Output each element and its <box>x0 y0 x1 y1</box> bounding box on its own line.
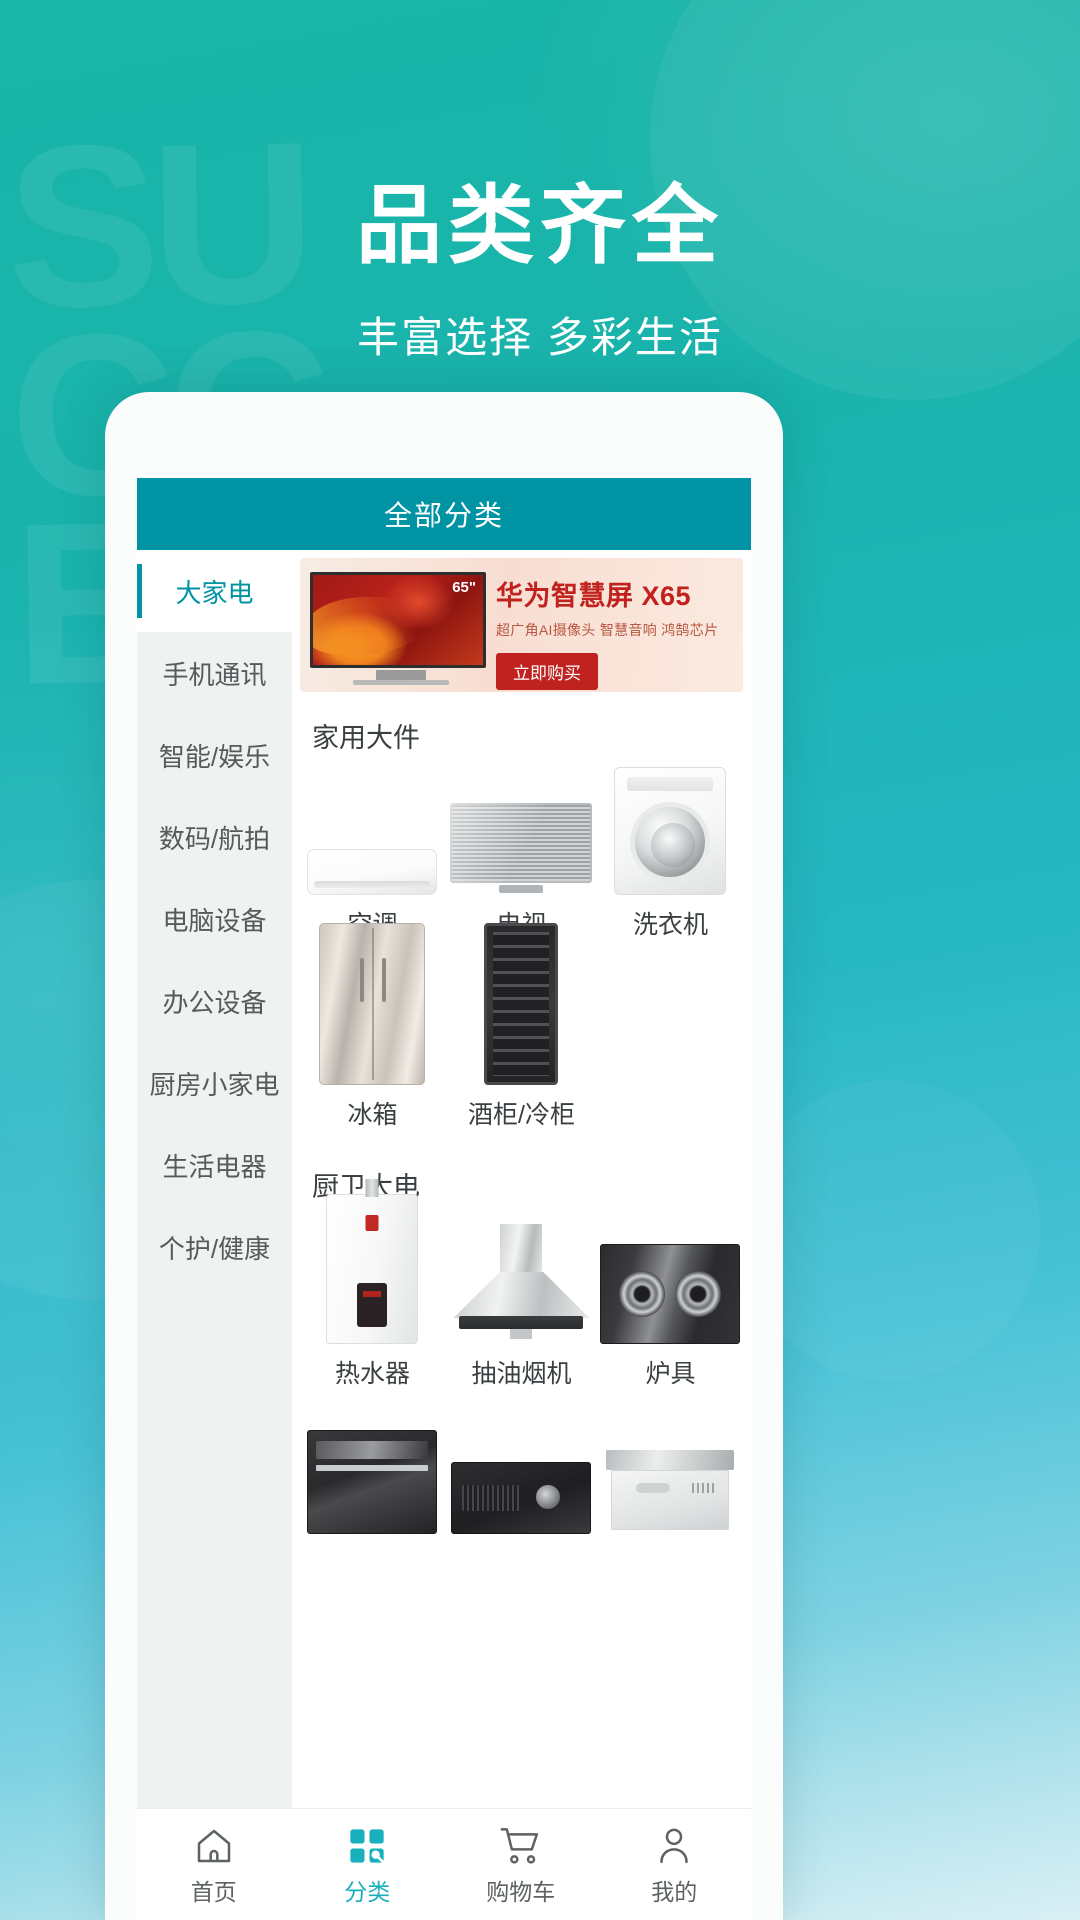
sidebar-item-diannaoshebei[interactable]: 电脑设备 <box>137 878 292 960</box>
product-label: 酒柜/冷柜 <box>468 1101 575 1129</box>
sidebar-item-dajiadian[interactable]: 大家电 <box>137 550 292 632</box>
sidebar-item-label: 个护/健康 <box>158 1233 271 1264</box>
product-cell[interactable]: 抽油烟机 <box>447 1210 596 1400</box>
product-label: 抽油烟机 <box>471 1360 572 1388</box>
cart-icon <box>444 1823 598 1869</box>
promo-tv-size-label: 65" <box>452 579 476 596</box>
app-body: 大家电 手机通讯 智能/娱乐 数码/航拍 电脑设备 办公设备 厨房小家电 生活电… <box>137 550 751 1840</box>
product-cell-empty <box>596 951 745 1141</box>
app-screen: 全部分类 大家电 手机通讯 智能/娱乐 数码/航拍 电脑设备 办公设备 厨房小家… <box>105 478 783 1920</box>
product-cell[interactable] <box>596 1400 745 1544</box>
tab-label: 购物车 <box>486 1878 556 1905</box>
product-image-television <box>447 767 596 895</box>
app-header: 全部分类 <box>137 478 751 550</box>
promo-text: 华为智慧屏 X65 超广角AI摄像头 智慧音响 鸿鹄芯片 立即购买 <box>492 558 743 692</box>
category-sidebar[interactable]: 大家电 手机通讯 智能/娱乐 数码/航拍 电脑设备 办公设备 厨房小家电 生活电… <box>137 550 292 1840</box>
sidebar-item-shumahangpai[interactable]: 数码/航拍 <box>137 796 292 878</box>
promo-subtitle: 超广角AI摄像头 智慧音响 鸿鹄芯片 <box>496 622 719 638</box>
product-cell[interactable]: 热水器 <box>298 1179 447 1400</box>
product-label: 冰箱 <box>347 1101 398 1129</box>
product-label: 炉具 <box>645 1360 696 1388</box>
tab-cart[interactable]: 购物车 <box>444 1823 598 1907</box>
sidebar-item-label: 生活电器 <box>162 1151 267 1182</box>
sidebar-item-label: 数码/航拍 <box>158 823 271 854</box>
grid-icon <box>291 1823 445 1869</box>
product-grid-home-large: 空调 电视 洗衣机 冰箱 <box>292 761 751 1141</box>
product-cell[interactable] <box>447 1400 596 1544</box>
sidebar-item-chufangxiaojiadian[interactable]: 厨房小家电 <box>137 1042 292 1124</box>
decor-circle-right <box>740 1080 1040 1380</box>
tab-label: 分类 <box>344 1878 391 1905</box>
category-content: 65" 华为智慧屏 X65 超广角AI摄像头 智慧音响 鸿鹄芯片 立即购买 家用… <box>292 550 751 1840</box>
promo-title: 华为智慧屏 X65 <box>496 581 692 611</box>
promo-tv-illustration: 65" <box>300 558 492 692</box>
promo-tv-stand <box>376 670 426 680</box>
phone-mockup: 全部分类 大家电 手机通讯 智能/娱乐 数码/航拍 电脑设备 办公设备 厨房小家… <box>105 392 783 1920</box>
product-image-range-hood <box>447 1216 596 1344</box>
product-label: 洗衣机 <box>632 911 708 939</box>
promo-banner[interactable]: 65" 华为智慧屏 X65 超广角AI摄像头 智慧音响 鸿鹄芯片 立即购买 <box>300 558 743 692</box>
sidebar-item-label: 厨房小家电 <box>149 1069 280 1100</box>
sidebar-item-bangongshebei[interactable]: 办公设备 <box>137 960 292 1042</box>
product-cell[interactable] <box>298 1400 447 1544</box>
promo-tv-base <box>353 680 449 685</box>
product-image-oven <box>298 1406 447 1534</box>
bottom-tab-bar: 首页 分类 购物车 我的 <box>137 1808 751 1920</box>
product-cell[interactable]: 洗衣机 <box>596 761 745 951</box>
sidebar-item-label: 大家电 <box>175 577 254 608</box>
app-header-title: 全部分类 <box>383 500 504 531</box>
sidebar-item-label: 电脑设备 <box>162 905 267 936</box>
sidebar-item-label: 手机通讯 <box>162 659 267 690</box>
promo-tv-screen: 65" <box>310 572 486 668</box>
product-image-refrigerator <box>298 923 447 1085</box>
sidebar-item-shoujitongxun[interactable]: 手机通讯 <box>137 632 292 714</box>
tab-category[interactable]: 分类 <box>291 1823 445 1907</box>
tab-label: 首页 <box>190 1878 237 1905</box>
page-title: 品类齐全 <box>356 178 724 274</box>
sidebar-item-label: 办公设备 <box>162 987 267 1018</box>
product-grid-kitchen-bath: 热水器 抽油烟机 炉具 <box>292 1179 751 1544</box>
tab-home[interactable]: 首页 <box>137 1823 291 1907</box>
product-label: 热水器 <box>334 1360 410 1388</box>
sidebar-item-shenghuodianqi[interactable]: 生活电器 <box>137 1124 292 1206</box>
person-icon <box>598 1823 752 1869</box>
section-title-home-large: 家用大件 <box>312 723 420 753</box>
tab-profile[interactable]: 我的 <box>598 1823 752 1907</box>
product-image-air-conditioner <box>298 767 447 895</box>
product-image-gas-stove <box>596 1216 745 1344</box>
sidebar-item-label: 智能/娱乐 <box>158 741 271 772</box>
product-image-water-heater <box>298 1179 447 1344</box>
product-cell[interactable]: 炉具 <box>596 1210 745 1400</box>
product-cell[interactable]: 冰箱 <box>298 923 447 1141</box>
product-image-wine-cooler <box>447 923 596 1085</box>
hero-section: 品类齐全 丰富选择 多彩生活 <box>0 0 1080 365</box>
product-image-washing-machine <box>596 767 745 895</box>
page-subtitle: 丰富选择 多彩生活 <box>357 314 723 361</box>
product-image-dishwasher <box>596 1406 745 1534</box>
sidebar-item-gehujiankang[interactable]: 个护/健康 <box>137 1206 292 1288</box>
sidebar-item-zhinengyule[interactable]: 智能/娱乐 <box>137 714 292 796</box>
product-image-microwave <box>447 1406 596 1534</box>
tab-label: 我的 <box>651 1878 698 1905</box>
promo-buy-button[interactable]: 立即购买 <box>496 653 598 690</box>
product-cell[interactable]: 酒柜/冷柜 <box>447 923 596 1141</box>
home-icon <box>137 1823 291 1869</box>
